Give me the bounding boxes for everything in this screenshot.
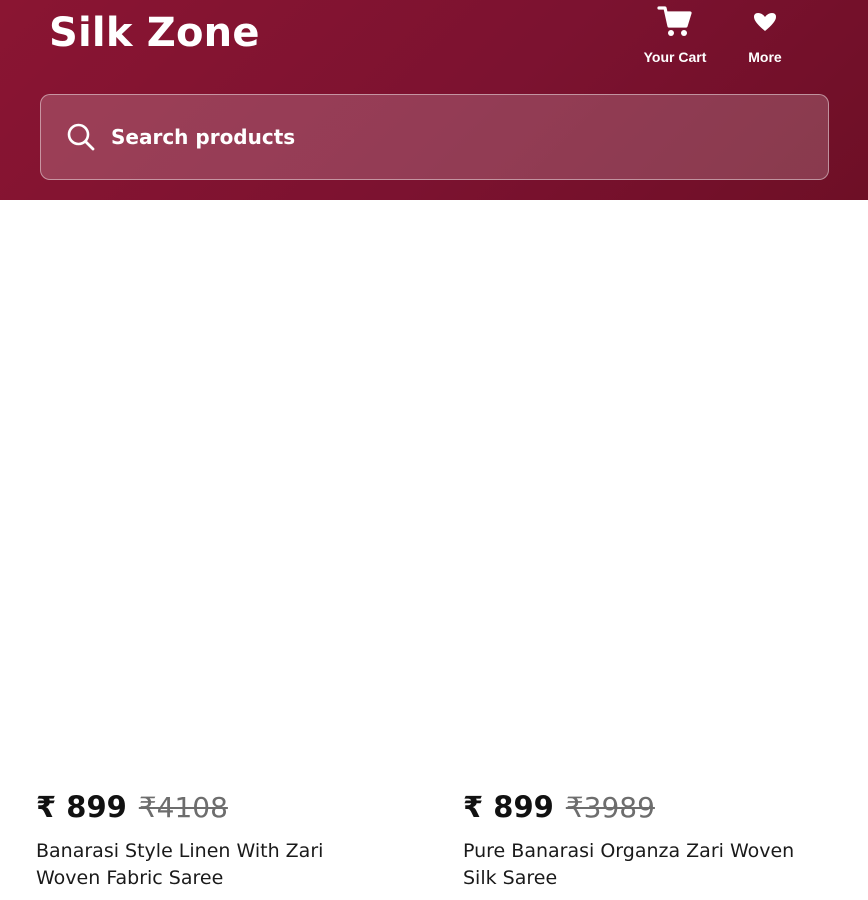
- price-row: ₹ 899 ₹3989: [463, 790, 843, 824]
- brand-logo-text[interactable]: Silk Zone: [49, 10, 260, 56]
- product-price: ₹ 899: [463, 790, 554, 824]
- product-name[interactable]: Pure Banarasi Organza Zari Woven Silk Sa…: [463, 838, 803, 892]
- product-price: ₹ 899: [36, 790, 127, 824]
- cart-icon: [657, 4, 693, 40]
- price-row: ₹ 899 ₹4108: [36, 790, 416, 824]
- product-card[interactable]: ₹ 899 ₹3989 Pure Banarasi Organza Zari W…: [463, 790, 843, 892]
- search-bar[interactable]: [40, 94, 829, 180]
- your-cart-button[interactable]: Your Cart: [640, 4, 710, 65]
- your-cart-label: Your Cart: [643, 49, 707, 65]
- app-header: Silk Zone Your Cart More: [0, 0, 868, 200]
- product-mrp: ₹3989: [565, 791, 655, 824]
- chevron-down-icon: [752, 4, 778, 40]
- search-icon: [65, 121, 97, 153]
- product-name[interactable]: Banarasi Style Linen With Zari Woven Fab…: [36, 838, 376, 892]
- search-input[interactable]: [111, 125, 791, 149]
- more-button[interactable]: More: [740, 4, 790, 65]
- more-label: More: [748, 49, 782, 65]
- product-mrp: ₹4108: [138, 791, 228, 824]
- product-card[interactable]: ₹ 899 ₹4108 Banarasi Style Linen With Za…: [36, 790, 416, 892]
